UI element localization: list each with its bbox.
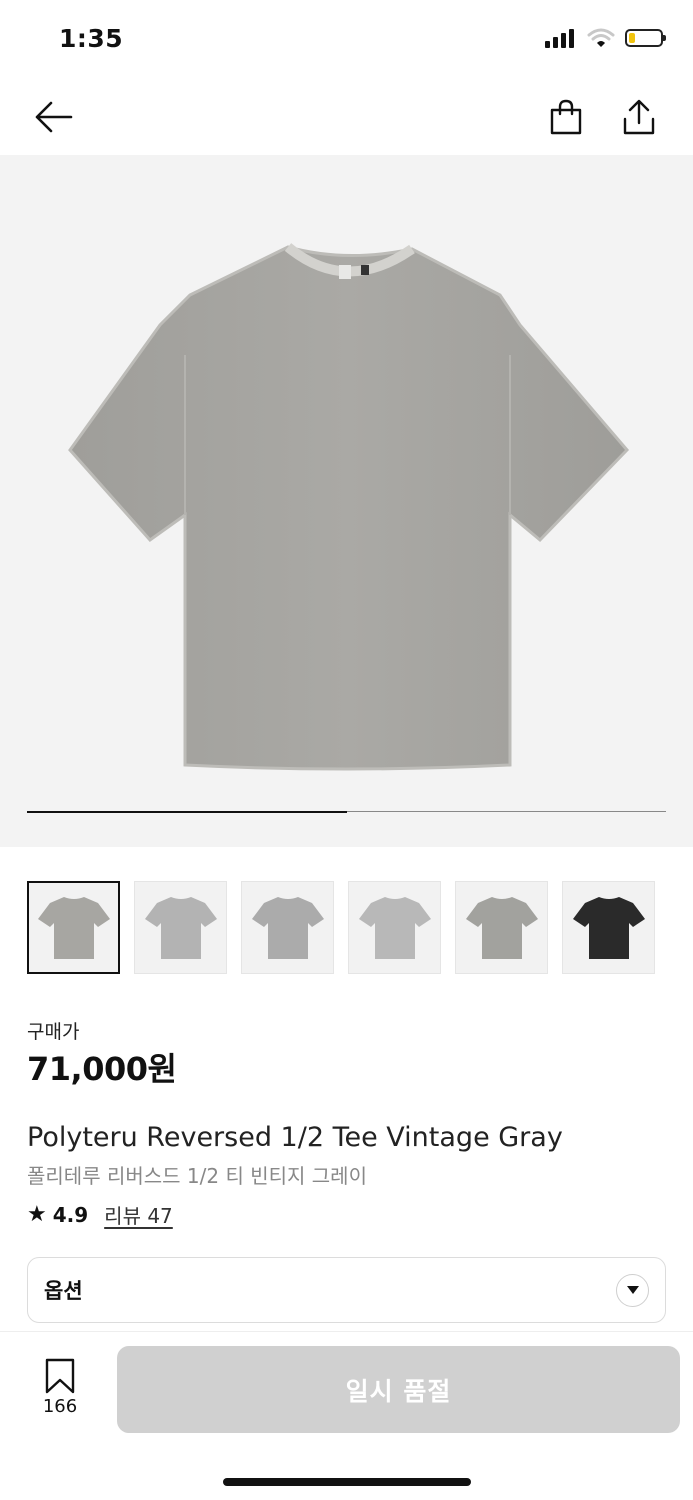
bookmark-icon [45, 1358, 75, 1394]
status-time: 1:35 [59, 24, 124, 53]
sold-out-button[interactable]: 일시 품절 [117, 1346, 680, 1433]
tshirt-thumbnail-image [251, 896, 324, 959]
thumbnail-4[interactable] [348, 881, 441, 974]
review-link[interactable]: 리뷰 47 [104, 1200, 173, 1229]
product-name-korean: 폴리테루 리버스드 1/2 티 빈티지 그레이 [27, 1164, 367, 1188]
tshirt-thumbnail-image [358, 896, 431, 959]
thumbnail-strip [27, 881, 655, 974]
star-icon: ★ [27, 1202, 47, 1227]
signal-icon [545, 29, 574, 48]
tshirt-thumbnail-image [465, 896, 538, 959]
product-image-carousel[interactable] [0, 155, 693, 847]
home-indicator [223, 1478, 471, 1486]
thumbnail-3[interactable] [241, 881, 334, 974]
thumbnail-2[interactable] [134, 881, 227, 974]
tshirt-product-image [68, 243, 630, 771]
arrow-left-icon [35, 101, 73, 133]
status-icons [545, 28, 666, 48]
wifi-icon [587, 28, 615, 47]
thumbnail-5[interactable] [455, 881, 548, 974]
tshirt-thumbnail-image [37, 896, 110, 959]
share-upload-icon [623, 99, 655, 135]
gallery-progress-fill [27, 811, 347, 813]
wishlist-count: 166 [42, 1396, 78, 1417]
cart-button[interactable] [543, 94, 589, 140]
thumbnail-6[interactable] [562, 881, 655, 974]
product-name-english: Polyteru Reversed 1/2 Tee Vintage Gray [27, 1122, 563, 1153]
wishlist-button[interactable]: 166 [27, 1358, 93, 1417]
tshirt-thumbnail-image [572, 896, 645, 959]
battery-level [629, 33, 635, 43]
rating-score: 4.9 [52, 1202, 89, 1227]
price-label: 구매가 [27, 1021, 80, 1043]
thumbnail-1[interactable] [27, 881, 120, 974]
tshirt-thumbnail-image [144, 896, 217, 959]
back-button[interactable] [30, 94, 76, 140]
rating-row: ★ 4.9 리뷰 47 [27, 1200, 173, 1229]
battery-icon [625, 29, 666, 47]
option-select[interactable]: 옵션 [27, 1257, 666, 1323]
option-label: 옵션 [44, 1279, 83, 1303]
bottom-bar-divider [0, 1331, 693, 1332]
share-button[interactable] [616, 94, 662, 140]
chevron-down-icon [616, 1273, 649, 1307]
product-price: 71,000원 [27, 1050, 177, 1088]
shopping-bag-icon [550, 99, 582, 135]
